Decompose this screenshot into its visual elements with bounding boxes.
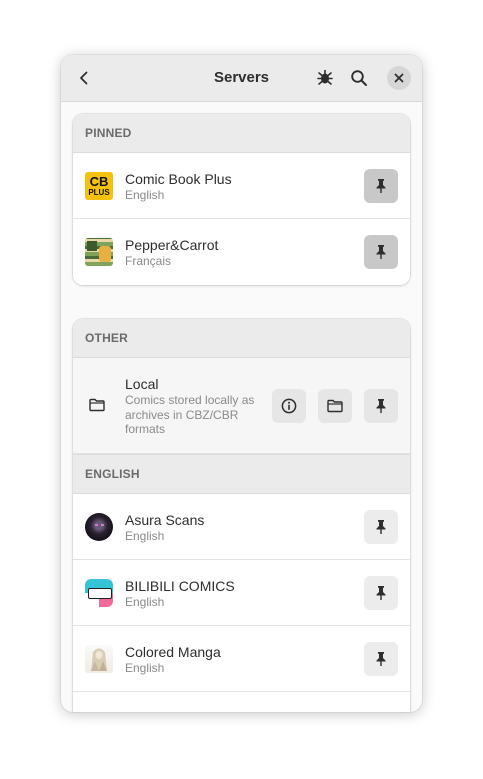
- pin-button[interactable]: [364, 169, 398, 203]
- server-name: Colored Manga: [125, 644, 221, 660]
- server-row-colored-manga[interactable]: Colored Manga English: [73, 626, 410, 692]
- server-name: Comic Book Plus: [125, 171, 232, 187]
- group-heading-english: ENGLISH: [73, 454, 410, 494]
- pin-icon: [376, 179, 386, 193]
- pin-button[interactable]: [364, 642, 398, 676]
- server-row-partial[interactable]: [73, 692, 410, 712]
- pepper-carrot-logo: [85, 238, 113, 266]
- server-description: Comics stored locally as archives in CBZ…: [125, 393, 255, 436]
- comic-book-plus-logo: CB PLUS: [85, 172, 113, 200]
- server-language: Français: [125, 254, 172, 268]
- pin-icon: [376, 399, 386, 413]
- server-row-comic-book-plus[interactable]: CB PLUS Comic Book Plus English: [73, 153, 410, 219]
- server-row-bilibili-comics[interactable]: BILIBILI COMICS English: [73, 560, 410, 626]
- servers-window: Servers PINNED CB PLUS Comic Book Plus E…: [61, 55, 422, 712]
- search-icon: [351, 70, 367, 86]
- pin-button[interactable]: [364, 510, 398, 544]
- pinned-group: PINNED CB PLUS Comic Book Plus English P…: [73, 114, 410, 285]
- colored-manga-logo: [85, 645, 113, 673]
- server-language: English: [125, 188, 165, 202]
- close-button[interactable]: [387, 66, 411, 90]
- pin-button[interactable]: [364, 389, 398, 423]
- bilibili-comics-logo: [85, 579, 113, 607]
- server-row-local[interactable]: Local Comics stored locally as archives …: [73, 358, 410, 454]
- server-name: Local: [125, 376, 159, 392]
- bug-icon: [317, 69, 333, 85]
- pin-button[interactable]: [364, 235, 398, 269]
- folder-icon: [89, 398, 105, 417]
- server-language: English: [125, 661, 165, 675]
- server-name: BILIBILI COMICS: [125, 578, 235, 594]
- server-row-asura-scans[interactable]: Asura Scans English: [73, 494, 410, 560]
- group-heading-pinned: PINNED: [73, 114, 410, 153]
- other-group: OTHER Local Comics stored locally as arc…: [73, 319, 410, 712]
- info-icon: [281, 398, 297, 414]
- folder-icon: [327, 399, 343, 413]
- pin-icon: [376, 652, 386, 666]
- pin-icon: [376, 520, 386, 534]
- server-language: English: [125, 529, 165, 543]
- server-row-pepper-carrot[interactable]: Pepper&Carrot Français: [73, 219, 410, 285]
- info-button[interactable]: [272, 389, 306, 423]
- debug-button[interactable]: [313, 66, 337, 90]
- server-name: Asura Scans: [125, 512, 205, 528]
- header-bar: Servers: [61, 55, 422, 102]
- servers-list[interactable]: PINNED CB PLUS Comic Book Plus English P…: [61, 102, 422, 712]
- open-folder-button[interactable]: [318, 389, 352, 423]
- asura-scans-logo: [85, 513, 113, 541]
- pin-button[interactable]: [364, 576, 398, 610]
- pin-icon: [376, 586, 386, 600]
- server-language: English: [125, 595, 165, 609]
- close-icon: [394, 73, 404, 83]
- pin-icon: [376, 245, 386, 259]
- search-button[interactable]: [347, 66, 371, 90]
- server-name: Pepper&Carrot: [125, 237, 219, 253]
- group-heading-other: OTHER: [73, 319, 410, 358]
